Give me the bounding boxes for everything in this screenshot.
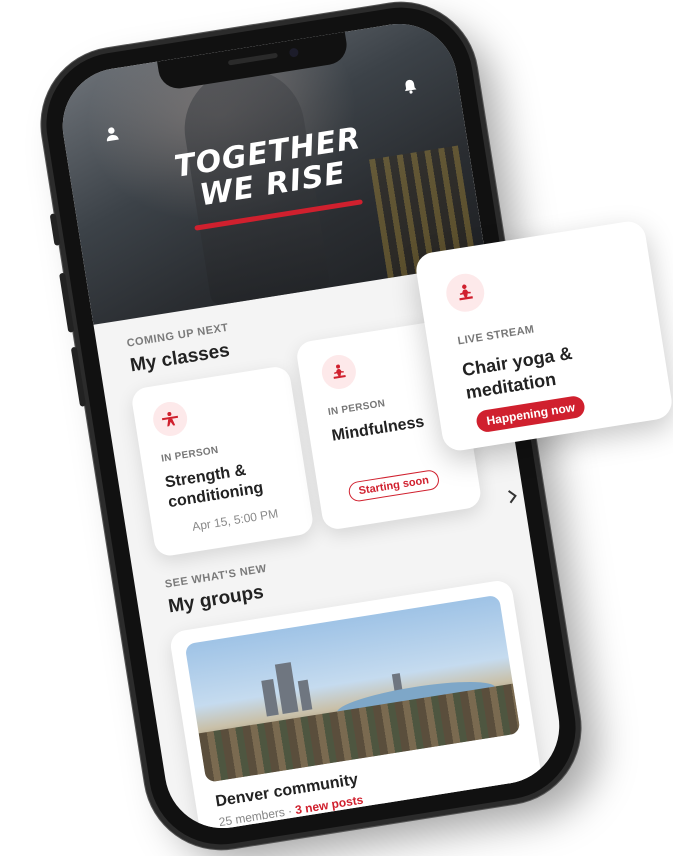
weightlifting-icon [150, 399, 190, 439]
mute-switch [49, 213, 61, 246]
class-tag: LIVE STREAM [456, 323, 536, 348]
volume-up-button [59, 272, 75, 333]
class-card-chair-yoga[interactable]: LIVE STREAM Chair yoga & meditation Happ… [413, 219, 673, 453]
skyline-building [274, 662, 299, 714]
volume-down-button [70, 346, 87, 407]
class-name: Strength & conditioning [164, 459, 265, 514]
status-badge: Starting soon [347, 468, 441, 503]
class-card-strength[interactable]: IN PERSON Strength & conditioning Apr 15… [130, 364, 315, 558]
meditation-icon [319, 352, 359, 392]
meditation-icon [443, 271, 488, 315]
class-name: Chair yoga & meditation [461, 342, 578, 405]
skyline-building [297, 679, 313, 711]
class-name: Mindfulness [330, 413, 426, 445]
bell-icon[interactable] [401, 77, 420, 100]
front-camera [288, 47, 300, 58]
person-icon[interactable] [103, 124, 122, 147]
class-time: Apr 15, 5:00 PM [191, 506, 280, 534]
group-card-denver[interactable]: Denver community 25 members · 3 new post… [168, 578, 544, 837]
class-tag: IN PERSON [327, 398, 386, 419]
skyline-building [261, 679, 279, 717]
chevron-right-icon[interactable] [506, 489, 519, 509]
class-tag: IN PERSON [160, 444, 220, 465]
speaker-grille [227, 52, 278, 66]
group-photo [184, 594, 521, 783]
